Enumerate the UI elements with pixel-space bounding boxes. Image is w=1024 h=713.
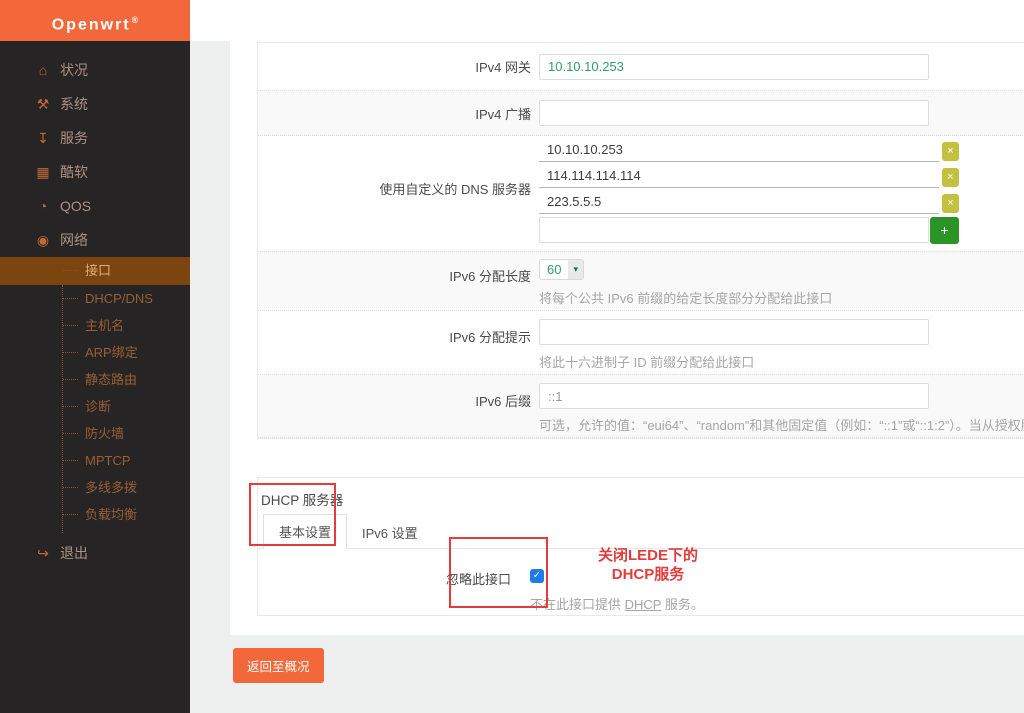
app-logo: Openwrt® <box>0 0 190 41</box>
dns-entry: × <box>539 162 959 188</box>
annotation-note: 关闭LEDE下的 DHCP服务 <box>573 546 723 584</box>
sidebar-item-load-balance[interactable]: 负载均衡 <box>0 501 190 528</box>
sidebar-item-label: 服务 <box>60 130 88 146</box>
sidebar-item-dhcp-dns[interactable]: DHCP/DNS <box>0 285 190 312</box>
dns-entry-new: + <box>539 216 959 244</box>
sidebar-item-diagnostics[interactable]: 诊断 <box>0 393 190 420</box>
ipv6-length-help: 将每个公共 IPv6 前缀的给定长度部分分配给此接口 <box>539 291 833 306</box>
globe-icon: ◉ <box>36 231 50 248</box>
download-icon: ↧ <box>37 129 49 146</box>
sidebar-item-interfaces[interactable]: 接口 <box>0 257 190 285</box>
dns-input-2[interactable] <box>539 163 939 188</box>
help-text: 不在此接口提供 <box>530 597 625 612</box>
sidebar-item-label: 系统 <box>60 96 88 112</box>
annotation-note-line2: DHCP服务 <box>611 566 685 583</box>
sidebar-item-firewall[interactable]: 防火墙 <box>0 420 190 447</box>
ipv4-gateway-label: IPv4 网关 <box>475 60 531 75</box>
tab-ipv6-settings[interactable]: IPv6 设置 <box>347 516 433 549</box>
logo-text: Openwrt <box>51 16 131 34</box>
ipv4-gateway-input[interactable] <box>539 53 929 80</box>
home-icon: ⌂ <box>38 62 48 78</box>
form-row-ipv4-broadcast: IPv4 广播 <box>258 90 1024 136</box>
left-gutter <box>190 41 230 713</box>
ipv6-length-select[interactable]: 60 ▾ <box>539 259 584 280</box>
gauge-icon: ◔ <box>38 198 48 214</box>
chevron-down-icon: ▾ <box>568 260 583 279</box>
ignore-interface-checkbox[interactable]: ✓ <box>530 569 544 583</box>
add-dns-button[interactable]: + <box>930 216 959 244</box>
sidebar-item-hostnames[interactable]: 主机名 <box>0 312 190 339</box>
form-row-ipv4-gateway: IPv4 网关 <box>258 43 1024 90</box>
dhcp-tabbar: 基本设置 IPv6 设置 <box>258 514 1024 549</box>
interface-settings-card: IPv4 网关 IPv4 广播 使用自定义的 DNS 服务器 × × × <box>257 42 1024 439</box>
form-row-custom-dns: 使用自定义的 DNS 服务器 × × × + <box>258 136 1024 251</box>
dns-entry: × <box>539 136 959 162</box>
ipv6-hint-label: IPv6 分配提示 <box>449 330 531 345</box>
annotation-note-line1: 关闭LEDE下的 <box>597 547 698 564</box>
dhcp-link[interactable]: DHCP <box>625 597 662 612</box>
ipv6-suffix-help: 可选，允许的值：“eui64”、“random”和其他固定值（例如：“::1”或… <box>539 418 1024 433</box>
ipv6-hint-help: 将此十六进制子 ID 前缀分配给此接口 <box>539 355 755 370</box>
tab-general-settings[interactable]: 基本设置 <box>263 514 348 549</box>
sidebar-item-services[interactable]: ↧ 服务 <box>0 121 190 155</box>
dns-input-3[interactable] <box>539 189 939 214</box>
sidebar-item-apps[interactable]: ▦ 酷软 <box>0 155 190 189</box>
remove-dns-button[interactable]: × <box>942 194 959 213</box>
back-to-overview-button[interactable]: 返回至概况 <box>233 648 324 683</box>
sidebar-item-label: 状况 <box>60 62 88 78</box>
ipv4-broadcast-input[interactable] <box>539 100 929 126</box>
main-menu: ⌂ 状况 ⚒ 系统 ↧ 服务 ▦ 酷软 ◔ QOS ◉ 网络 <box>0 41 190 257</box>
sidebar-item-qos[interactable]: ◔ QOS <box>0 189 190 223</box>
dhcp-section-title: DHCP 服务器 <box>261 493 344 508</box>
form-row-ipv6-length: IPv6 分配长度 60 ▾ 将每个公共 IPv6 前缀的给定长度部分分配给此接… <box>258 251 1024 311</box>
ipv6-hint-input[interactable] <box>539 319 929 345</box>
sidebar-item-logout[interactable]: ↪ 退出 <box>0 536 190 570</box>
tools-icon: ⚒ <box>36 95 50 112</box>
ignore-interface-help: 不在此接口提供 DHCP 服务。 <box>530 594 704 613</box>
dns-entry: × <box>539 188 959 214</box>
main-content: IPv4 网关 IPv4 广播 使用自定义的 DNS 服务器 × × × <box>190 0 1024 713</box>
logout-icon: ↪ <box>37 544 49 561</box>
sidebar-item-label: QOS <box>60 198 92 214</box>
ipv6-length-value: 60 <box>540 260 569 279</box>
dns-input-new[interactable] <box>539 217 929 243</box>
ipv6-suffix-input[interactable] <box>539 383 929 409</box>
sidebar-item-label: 酷软 <box>60 164 88 180</box>
grid-icon: ▦ <box>36 163 50 180</box>
custom-dns-label: 使用自定义的 DNS 服务器 <box>379 182 531 197</box>
form-row-ipv6-hint: IPv6 分配提示 将此十六进制子 ID 前缀分配给此接口 <box>258 311 1024 374</box>
ipv4-broadcast-label: IPv4 广播 <box>475 106 531 122</box>
sidebar-item-network[interactable]: ◉ 网络 <box>0 223 190 257</box>
sidebar: Openwrt® ⌂ 状况 ⚒ 系统 ↧ 服务 ▦ 酷软 ◔ QOS ◉ 网络 接口 DHC… <box>0 0 190 713</box>
ipv6-suffix-label: IPv6 后缀 <box>475 394 531 409</box>
sidebar-item-multiwan[interactable]: 多线多拨 <box>0 474 190 501</box>
sidebar-item-system[interactable]: ⚒ 系统 <box>0 87 190 121</box>
help-text: 服务。 <box>661 597 704 612</box>
sidebar-item-arp-binding[interactable]: ARP绑定 <box>0 339 190 366</box>
sidebar-item-mptcp[interactable]: MPTCP <box>0 447 190 474</box>
sidebar-item-static-routes[interactable]: 静态路由 <box>0 366 190 393</box>
form-row-ipv6-suffix: IPv6 后缀 可选，允许的值：“eui64”、“random”和其他固定值（例… <box>258 374 1024 438</box>
footer-background <box>230 635 1024 713</box>
ignore-interface-label: 忽略此接口 <box>445 572 511 587</box>
sidebar-item-status[interactable]: ⌂ 状况 <box>0 53 190 87</box>
network-submenu: 接口 DHCP/DNS 主机名 ARP绑定 静态路由 诊断 防火墙 MPTCP … <box>0 257 190 533</box>
sidebar-item-label: 网络 <box>60 232 88 248</box>
sidebar-item-label: 退出 <box>60 545 88 561</box>
ipv6-length-label: IPv6 分配长度 <box>449 269 531 284</box>
remove-dns-button[interactable]: × <box>942 168 959 187</box>
remove-dns-button[interactable]: × <box>942 142 959 161</box>
dns-input-1[interactable] <box>539 137 939 162</box>
registered-mark: ® <box>131 15 139 25</box>
